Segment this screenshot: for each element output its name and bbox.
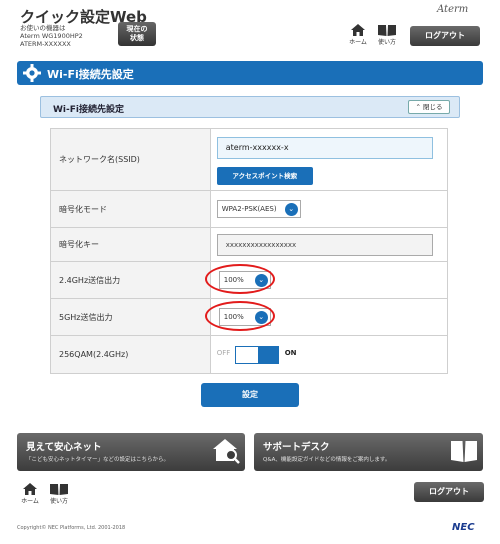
table-row-ssid: ネットワーク名(SSID) aterm-xxxxxx-x アクセスポイント検索 (50, 128, 449, 191)
current-status-button[interactable]: 現在の 状態 (118, 22, 156, 46)
safe-net-title: 見えて安心ネット (26, 442, 102, 453)
chevron-down-icon: ⌄ (284, 203, 298, 216)
device-ssid: ATERM-XXXXXX (20, 40, 71, 48)
ssid-label: ネットワーク名(SSID) (50, 128, 211, 191)
table-row-tx24: 2.4GHz送信出力 100% ⌄ (50, 261, 449, 299)
footer-manual-label: 使い方 (49, 498, 68, 505)
toggle-on-label: ON (284, 349, 297, 357)
support-subtitle: Q&A、機能設定ガイドなどの情報をご案内します。 (263, 457, 391, 463)
section-title: Wi-Fi接続先設定 (47, 68, 134, 81)
panel-title: Wi-Fi接続先設定 (53, 105, 124, 115)
book-icon (50, 484, 68, 495)
home-label: ホーム (349, 39, 367, 46)
collapse-button[interactable]: ⌃ 閉じる (408, 100, 450, 114)
qam-label: 256QAM(2.4GHz) (50, 335, 211, 374)
section-header: Wi-Fi接続先設定 (17, 61, 483, 85)
safe-net-banner[interactable]: 見えて安心ネット 「こども安心ネットタイマー」などの設定はこちらから。 (17, 433, 245, 471)
gear-icon (23, 64, 41, 82)
qam-toggle[interactable]: OFF ON (216, 346, 297, 364)
status-line2: 状態 (130, 34, 144, 42)
table-row-tx5: 5GHz送信出力 100% ⌄ (50, 298, 449, 336)
home-link[interactable]: ホーム (345, 24, 371, 46)
toggle-off-label: OFF (216, 349, 231, 357)
ssid-field[interactable]: aterm-xxxxxx-x (216, 137, 433, 159)
home-icon (351, 24, 365, 36)
highlight-ring (204, 264, 275, 294)
enc-mode-label: 暗号化モード (50, 190, 211, 228)
device-info: お使いの機器は Aterm WG1900HP2 ATERM-XXXXXX (20, 24, 83, 48)
footer-logout-button[interactable]: ログアウト (414, 482, 484, 502)
device-caption: お使いの機器は (20, 24, 66, 32)
book-icon (451, 441, 477, 462)
status-line1: 現在の (126, 25, 148, 33)
settings-table: ネットワーク名(SSID) aterm-xxxxxx-x アクセスポイント検索 … (50, 128, 449, 374)
device-model: Aterm WG1900HP2 (20, 32, 83, 40)
submit-button[interactable]: 設定 (201, 383, 299, 407)
footer-manual-link[interactable]: 使い方 (46, 483, 72, 505)
highlight-ring (204, 301, 275, 331)
support-desk-banner[interactable]: サポートデスク Q&A、機能設定ガイドなどの情報をご案内します。 (254, 433, 483, 471)
table-row-enc-mode: 暗号化モード WPA2-PSK(AES) ⌄ (50, 190, 449, 228)
tx24-label: 2.4GHz送信出力 (50, 261, 211, 299)
table-row-enc-key: 暗号化キー xxxxxxxxxxxxxxxxx (50, 227, 449, 262)
enc-mode-select[interactable]: WPA2-PSK(AES) ⌄ (216, 200, 301, 218)
home-icon (23, 483, 37, 495)
nec-logo: NEC (452, 522, 475, 533)
safe-net-subtitle: 「こども安心ネットタイマー」などの設定はこちらから。 (26, 457, 170, 463)
settings-panel-header: Wi-Fi接続先設定 (40, 96, 460, 118)
manual-label: 使い方 (377, 39, 396, 46)
header: クイック設定Web お使いの機器は Aterm WG1900HP2 ATERM-… (0, 0, 500, 56)
footer-home-link[interactable]: ホーム (17, 483, 43, 505)
enc-key-label: 暗号化キー (50, 227, 211, 262)
enc-key-field[interactable]: xxxxxxxxxxxxxxxxx (216, 234, 433, 256)
manual-link[interactable]: 使い方 (374, 24, 400, 46)
copyright: Copyright© NEC Platforms, Ltd. 2001-2018 (17, 525, 126, 531)
brand-logo: Aterm (437, 4, 469, 15)
enc-mode-value: WPA2-PSK(AES) (221, 205, 277, 213)
chevron-up-icon: ⌃ (415, 103, 421, 111)
support-title: サポートデスク (263, 442, 330, 453)
table-row-256qam: 256QAM(2.4GHz) OFF ON (50, 335, 449, 374)
house-search-icon (213, 439, 240, 464)
collapse-label: 閉じる (423, 103, 443, 111)
tx5-label: 5GHz送信出力 (50, 298, 211, 336)
footer-home-label: ホーム (21, 498, 39, 505)
toggle-knob (235, 347, 258, 363)
access-point-search-button[interactable]: アクセスポイント検索 (216, 167, 313, 185)
logout-button[interactable]: ログアウト (410, 26, 480, 46)
book-icon (378, 25, 396, 36)
